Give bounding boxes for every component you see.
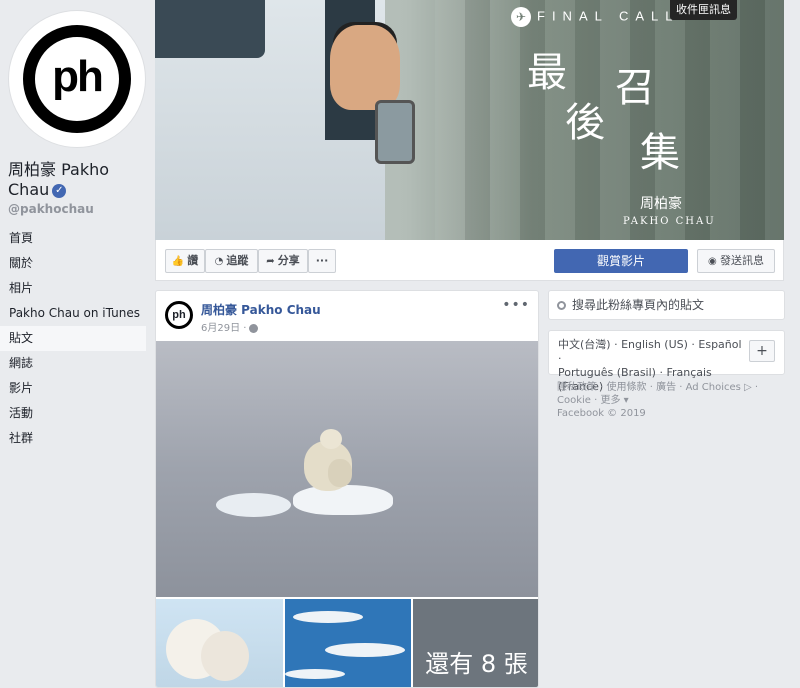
share-button[interactable]: ➦ 分享 (258, 249, 308, 273)
language-line[interactable]: 中文(台灣) · English (US) · Español · (558, 338, 748, 366)
messenger-icon: ◉ (708, 256, 720, 267)
bear-shape (201, 631, 249, 681)
cover-title-char: 召 (615, 65, 655, 111)
send-message-label: 發送訊息 (719, 254, 764, 267)
cover-title-char: 後 (565, 100, 605, 146)
cover-artist-cn: 周柏豪 (640, 196, 682, 212)
search-placeholder: 搜尋此粉絲專頁內的貼文 (572, 298, 705, 312)
share-label: 分享 (277, 254, 300, 267)
nav-item-itunes[interactable]: Pakho Chau on iTunes (0, 301, 146, 326)
photo-thumbnail[interactable] (285, 599, 411, 687)
left-column: ph 周柏豪 Pakho Chau ✓ @pakhochau 首頁 關於 相片 P… (0, 0, 150, 688)
avatar-logo: ph (23, 25, 131, 133)
follow-label: 追蹤 (226, 254, 249, 267)
post-date-text: 6月29日 · (201, 323, 247, 334)
nav-item-photos[interactable]: 相片 (0, 276, 146, 301)
inbox-tooltip: 收件匣訊息 (670, 0, 737, 20)
cover-brand-text: FINAL CALL (537, 8, 680, 24)
watch-video-button[interactable]: 觀賞影片 (554, 249, 688, 273)
post-author-avatar[interactable]: ph (165, 301, 193, 329)
like-label: 讚 (187, 254, 199, 267)
photo-thumbnail[interactable]: 還有 8 張 (413, 599, 538, 687)
profile-avatar[interactable]: ph (8, 10, 146, 148)
cover-title-char: 集 (640, 130, 680, 176)
more-photos-overlay[interactable]: 還有 8 張 (413, 599, 538, 687)
copyright: Facebook © 2019 (557, 408, 646, 419)
page-name[interactable]: 周柏豪 Pakho Chau ✓ (8, 160, 148, 200)
avatar-logo-text: ph (52, 52, 104, 101)
send-message-button[interactable]: ◉ 發送訊息 (697, 249, 775, 273)
search-icon (557, 301, 566, 310)
page-handle[interactable]: @pakhochau (8, 202, 94, 216)
ice-floe (216, 493, 291, 517)
cover-brand: ✈ FINAL CALL (511, 7, 680, 27)
nav-item-videos[interactable]: 影片 (0, 376, 146, 401)
ice-floe (293, 485, 393, 515)
cover-title-char: 最 (527, 50, 567, 96)
nav-item-events[interactable]: 活動 (0, 401, 146, 426)
post-search-input[interactable]: 搜尋此粉絲專頁內的貼文 (548, 290, 785, 320)
polar-bear-head (320, 429, 342, 449)
cover-person (330, 25, 400, 110)
thumbs-up-icon: 👍 (171, 256, 185, 267)
post-main-photo[interactable] (156, 341, 538, 597)
nav-item-about[interactable]: 關於 (0, 251, 146, 276)
footer-line[interactable]: 隱私政策 · 使用條款 · 廣告 · Ad Choices ▷ · (557, 381, 785, 394)
cover-forest-bg (435, 0, 784, 240)
follow-button[interactable]: ◔ 追蹤 (205, 249, 258, 273)
polar-bear-cub (328, 459, 352, 487)
nav-item-notes[interactable]: 網誌 (0, 351, 146, 376)
footer-links: 隱私政策 · 使用條款 · 廣告 · Ad Choices ▷ · Cookie… (557, 381, 785, 420)
nav-item-community[interactable]: 社群 (0, 426, 146, 451)
post-options-button[interactable]: ••• (502, 297, 530, 313)
post-photo-thumbnails: 還有 8 張 (156, 599, 538, 687)
add-language-button[interactable]: + (749, 340, 775, 362)
page-action-bar: 👍 讚 ◔ 追蹤 ➦ 分享 ··· 觀賞影片 ◉ 發送訊息 (155, 240, 784, 281)
cover-artist-en: PAKHO CHAU (623, 216, 716, 227)
footer-line[interactable]: Cookie · 更多 ▾ (557, 394, 785, 407)
share-arrow-icon: ➦ (266, 256, 275, 267)
more-actions-button[interactable]: ··· (308, 249, 336, 273)
post-card: ph 周柏豪 Pakho Chau 6月29日 · ••• 還有 8 張 (155, 290, 539, 688)
plane-icon: ✈ (511, 7, 531, 27)
language-box: 中文(台灣) · English (US) · Español · Portugu… (548, 330, 785, 393)
ice-shape (325, 643, 405, 657)
nav-item-home[interactable]: 首頁 (0, 226, 146, 251)
like-button[interactable]: 👍 讚 (165, 249, 205, 273)
ice-shape (293, 611, 363, 623)
cover-mirror (375, 100, 415, 164)
nav-item-posts[interactable]: 貼文 (0, 326, 146, 351)
post-author-name[interactable]: 周柏豪 Pakho Chau (201, 301, 321, 318)
cover-photo[interactable]: ✈ FINAL CALL 最 後 召 集 周柏豪 PAKHO CHAU (155, 0, 784, 240)
photo-thumbnail[interactable] (156, 599, 283, 687)
post-date[interactable]: 6月29日 · (201, 319, 259, 334)
bus-window (155, 0, 265, 58)
page-nav: 首頁 關於 相片 Pakho Chau on iTunes 貼文 網誌 影片 活… (0, 226, 146, 451)
rss-icon: ◔ (214, 256, 224, 267)
verified-badge-icon: ✓ (52, 183, 67, 198)
ice-shape (285, 669, 345, 679)
globe-icon (249, 323, 259, 333)
